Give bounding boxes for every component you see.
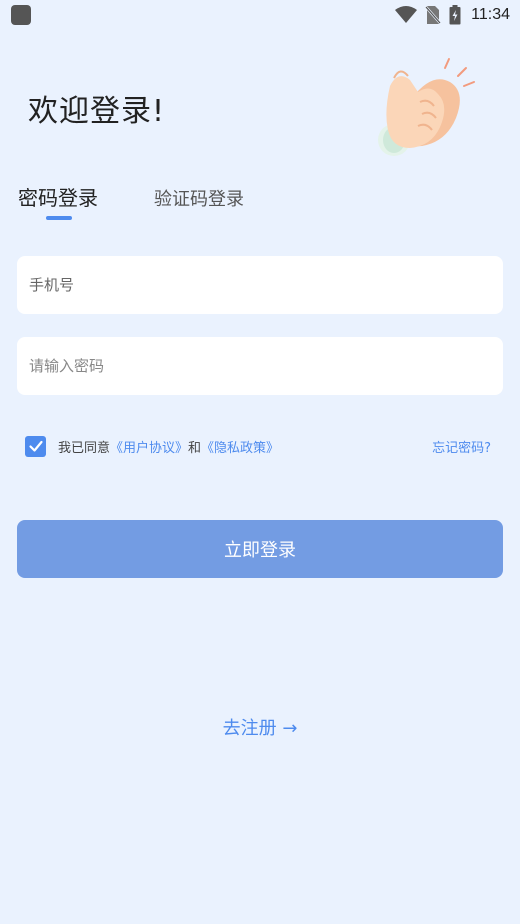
- app-notification-icon: [11, 5, 31, 25]
- checkmark-icon: [28, 440, 43, 452]
- agreement-conjunction: 和: [188, 440, 202, 456]
- wifi-icon: [395, 6, 418, 23]
- register-link[interactable]: 去注册 →: [0, 714, 520, 740]
- privacy-policy-link[interactable]: 《隐私政策》: [201, 437, 279, 456]
- password-input[interactable]: [17, 337, 503, 395]
- phone-field-container: [17, 256, 503, 314]
- clapping-hands-icon: [378, 58, 475, 156]
- status-icons: 11:34: [395, 4, 510, 26]
- phone-input[interactable]: [17, 256, 503, 314]
- password-field-container: [17, 337, 503, 395]
- status-bar: 11:34: [0, 0, 520, 30]
- agreement-checkbox[interactable]: [25, 435, 46, 457]
- page-title: 欢迎登录!: [28, 94, 166, 129]
- tab-sms-login[interactable]: 验证码登录: [154, 185, 244, 211]
- status-time: 11:34: [471, 6, 510, 23]
- forgot-password-link[interactable]: 忘记密码?: [432, 437, 491, 456]
- agreement-prefix: 我已同意: [58, 440, 111, 456]
- agreement-row: 我已同意 《用户协议》 和 《隐私政策》: [25, 435, 279, 457]
- active-tab-indicator: [46, 216, 72, 220]
- login-button[interactable]: 立即登录: [17, 520, 503, 578]
- user-agreement-link[interactable]: 《用户协议》: [110, 437, 188, 456]
- tab-password-login[interactable]: 密码登录: [18, 182, 98, 211]
- battery-charging-icon: [449, 5, 461, 25]
- no-sim-icon: [425, 6, 442, 24]
